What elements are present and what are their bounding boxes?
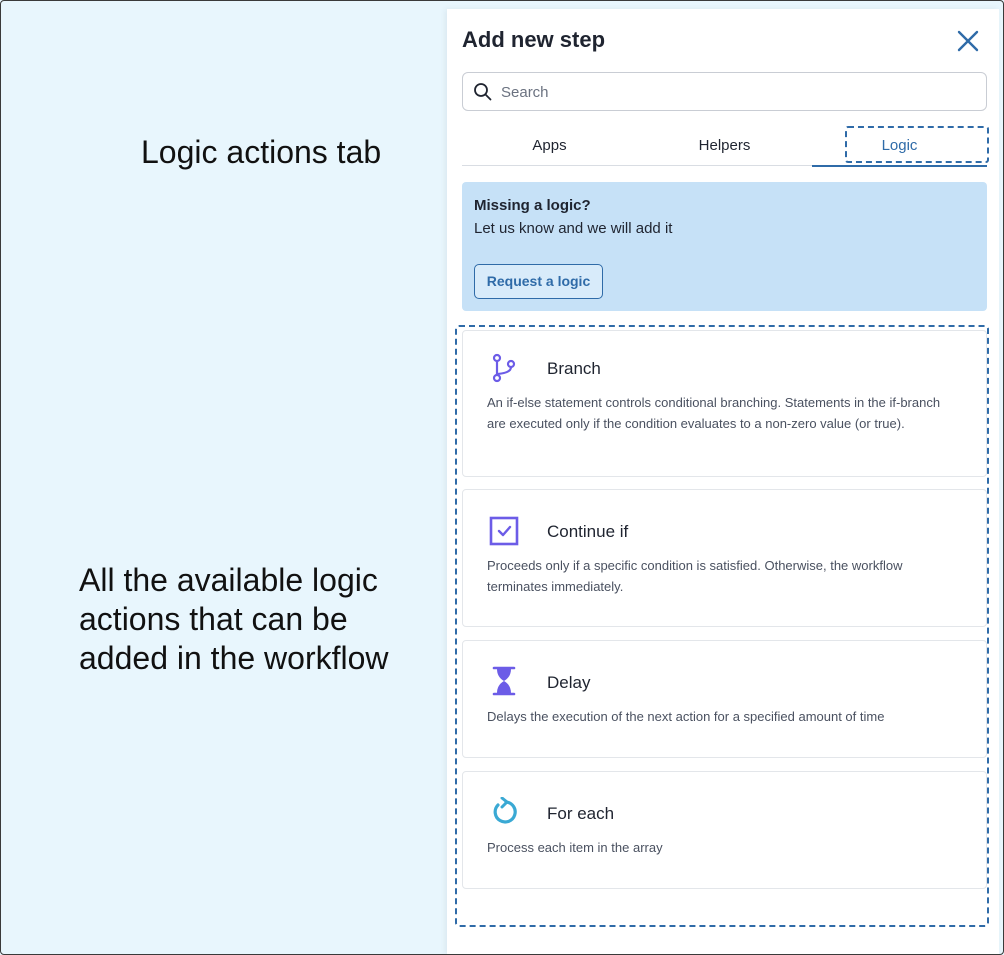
tab-logic[interactable]: Logic	[812, 126, 987, 167]
tab-bar: Apps Helpers Logic	[462, 126, 989, 167]
card-title: Branch	[547, 359, 601, 378]
card-description: Process each item in the array	[487, 840, 663, 855]
annotation-logic-tab: Logic actions tab	[141, 134, 382, 170]
screenshot-frame: Logic actions tab All the available logi…	[0, 0, 1004, 955]
add-step-panel: Add new step Apps Helpers Logic Missing …	[447, 9, 999, 954]
tab-helpers[interactable]: Helpers	[637, 126, 812, 166]
logic-card-branch[interactable]: Branch An if-else statement controls con…	[462, 330, 987, 477]
card-description: Delays the execution of the next action …	[487, 709, 885, 724]
missing-logic-banner: Missing a logic? Let us know and we will…	[462, 182, 987, 311]
checkbox-icon	[489, 516, 519, 546]
banner-text: Let us know and we will add it	[474, 220, 673, 237]
loop-icon	[493, 797, 517, 824]
card-title: Continue if	[547, 522, 629, 541]
search-icon	[474, 83, 492, 101]
hourglass-icon	[492, 666, 516, 696]
search-input[interactable]	[501, 79, 971, 105]
card-title: Delay	[547, 673, 591, 692]
close-button[interactable]	[953, 26, 983, 56]
card-description: Proceeds only if a specific condition is…	[487, 558, 903, 594]
panel-title: Add new step	[462, 27, 606, 52]
search-box	[462, 72, 987, 111]
logic-card-continue-if[interactable]: Continue if Proceeds only if a specific …	[462, 489, 987, 627]
close-icon	[957, 30, 979, 52]
annotation-logic-list: All the available logic actions that can…	[79, 562, 389, 676]
branch-icon	[492, 353, 516, 383]
card-title: For each	[547, 804, 615, 823]
request-logic-button[interactable]: Request a logic	[474, 264, 603, 299]
banner-title: Missing a logic?	[474, 197, 591, 214]
tab-apps[interactable]: Apps	[462, 126, 637, 166]
logic-card-for-each[interactable]: For each Process each item in the array	[462, 771, 987, 889]
logic-card-delay[interactable]: Delay Delays the execution of the next a…	[462, 640, 987, 758]
card-description: An if-else statement controls conditiona…	[487, 395, 941, 431]
